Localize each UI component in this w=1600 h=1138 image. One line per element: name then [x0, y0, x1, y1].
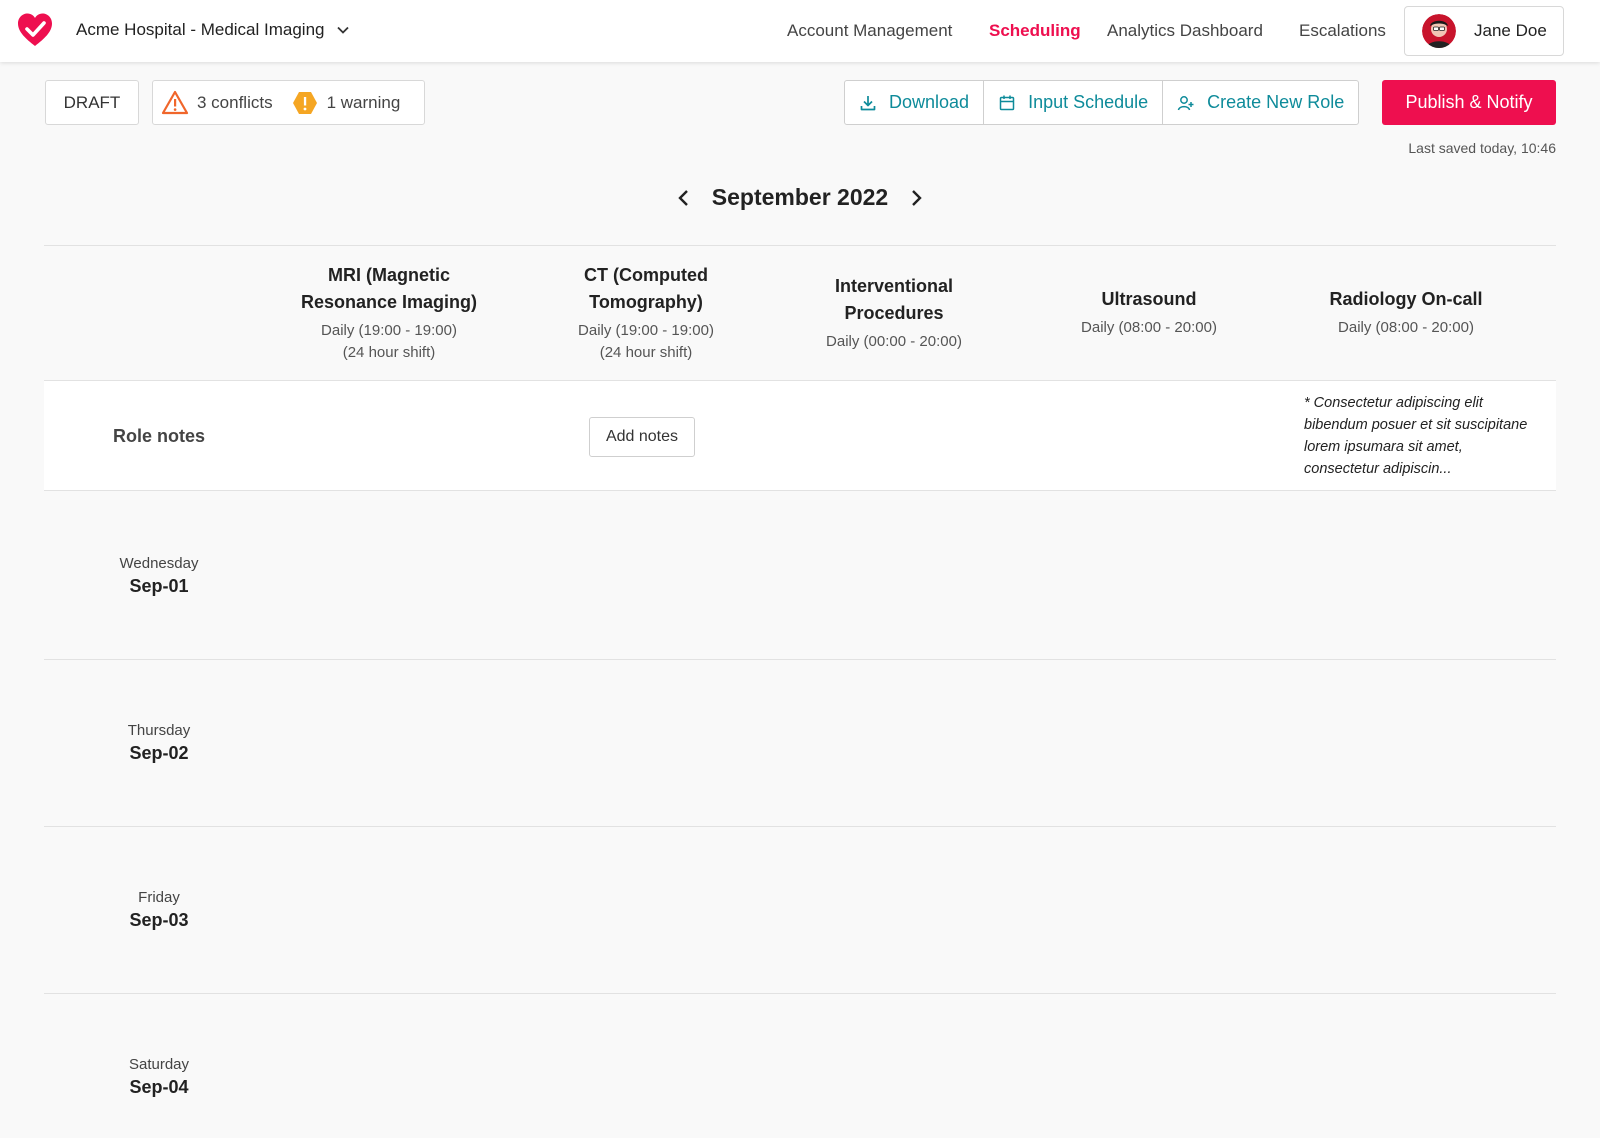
- divider: [44, 826, 1556, 827]
- day-row-label: Friday Sep-03: [44, 889, 274, 931]
- warning-hexagon-icon: [292, 91, 317, 114]
- day-weekday: Friday: [138, 889, 180, 906]
- draft-status-badge[interactable]: DRAFT: [45, 80, 139, 125]
- nav-item-label: Escalations: [1299, 21, 1386, 40]
- column-schedule: Daily (00:00 - 20:00): [826, 333, 962, 350]
- warning-triangle-icon: [161, 90, 189, 114]
- day-row-label: Saturday Sep-04: [44, 1056, 274, 1098]
- divider: [44, 245, 1556, 246]
- column-schedule: Daily (19:00 - 19:00): [321, 322, 457, 339]
- column-title: Radiology On-call: [1329, 289, 1483, 309]
- nav-analytics-dashboard[interactable]: Analytics Dashboard: [1107, 0, 1263, 62]
- column-shift-note: (24 hour shift): [342, 344, 436, 361]
- nav-escalations[interactable]: Escalations: [1299, 0, 1386, 62]
- column-header-ultrasound[interactable]: Ultrasound Daily (08:00 - 20:00): [1039, 286, 1259, 339]
- publish-notify-button[interactable]: Publish & Notify: [1382, 80, 1556, 125]
- day-weekday: Thursday: [127, 722, 191, 739]
- nav-account-management[interactable]: Account Management: [787, 0, 952, 62]
- issues-summary[interactable]: 3 conflicts 1 warning: [152, 80, 425, 125]
- day-date: Sep-01: [129, 576, 189, 596]
- avatar: [1422, 14, 1456, 48]
- month-title: September 2022: [711, 184, 889, 210]
- calendar-icon: [999, 95, 1015, 110]
- create-new-role-button[interactable]: Create New Role: [1163, 81, 1358, 124]
- day-date: Sep-04: [129, 1077, 189, 1097]
- day-weekday: Saturday: [128, 1056, 190, 1073]
- column-schedule: Daily (08:00 - 20:00): [1081, 319, 1217, 336]
- column-header-radiology-oncall[interactable]: Radiology On-call Daily (08:00 - 20:00): [1296, 286, 1516, 339]
- day-date: Sep-02: [129, 743, 189, 763]
- day-row-label: Thursday Sep-02: [44, 722, 274, 764]
- input-schedule-button[interactable]: Input Schedule: [984, 81, 1164, 124]
- conflicts-count: 3 conflicts: [197, 92, 273, 112]
- organization-selector[interactable]: Acme Hospital - Medical Imaging: [76, 20, 350, 40]
- divider: [44, 993, 1556, 994]
- schedule-actions-group: Download Input Schedule Create New Role: [844, 80, 1360, 125]
- warnings-count: 1 warning: [326, 92, 401, 112]
- role-notes-label: Role notes: [113, 426, 206, 446]
- add-notes-button[interactable]: Add notes: [589, 417, 695, 457]
- create-role-label: Create New Role: [1207, 92, 1345, 112]
- month-navigation: September 2022: [0, 184, 1600, 211]
- download-label: Download: [889, 92, 970, 112]
- nav-item-label: Account Management: [787, 21, 953, 40]
- add-user-icon: [1177, 95, 1194, 110]
- divider: [44, 659, 1556, 660]
- status-label: DRAFT: [63, 92, 121, 112]
- chevron-left-icon[interactable]: [672, 186, 696, 210]
- column-header-interventional[interactable]: Interventional Procedures Daily (00:00 -…: [789, 273, 999, 353]
- chevron-down-icon: [337, 26, 350, 34]
- column-header-mri[interactable]: MRI (Magnetic Resonance Imaging) Daily (…: [279, 262, 499, 364]
- user-menu-button[interactable]: Jane Doe: [1404, 6, 1564, 56]
- column-title: CT (Computed Tomography): [584, 265, 708, 312]
- chevron-right-icon[interactable]: [904, 186, 928, 210]
- download-icon: [860, 95, 876, 110]
- user-name: Jane Doe: [1474, 21, 1547, 40]
- radiology-role-note[interactable]: * Consectetur adipiscing elit bibendum p…: [1304, 392, 1529, 480]
- top-navigation-bar: Acme Hospital - Medical Imaging Account …: [0, 0, 1600, 62]
- column-title: Interventional Procedures: [834, 276, 954, 323]
- day-date: Sep-03: [129, 910, 189, 930]
- role-notes-row: Role notes Add notes * Consectetur adipi…: [44, 381, 1556, 491]
- column-schedule: Daily (08:00 - 20:00): [1338, 319, 1474, 336]
- column-title: Ultrasound: [1101, 289, 1197, 309]
- download-button[interactable]: Download: [845, 81, 985, 124]
- input-schedule-label: Input Schedule: [1028, 92, 1149, 112]
- column-header-ct[interactable]: CT (Computed Tomography) Daily (19:00 - …: [536, 262, 756, 364]
- day-weekday: Wednesday: [119, 555, 199, 572]
- day-row-label: Wednesday Sep-01: [44, 555, 274, 597]
- nav-scheduling[interactable]: Scheduling: [989, 0, 1081, 62]
- nav-item-label: Scheduling: [989, 21, 1081, 40]
- column-shift-note: (24 hour shift): [599, 344, 693, 361]
- column-schedule: Daily (19:00 - 19:00): [578, 322, 714, 339]
- heart-check-logo-icon[interactable]: [16, 11, 54, 49]
- column-title: MRI (Magnetic Resonance Imaging): [300, 265, 478, 312]
- last-saved-text: Last saved today, 10:46: [1408, 140, 1556, 156]
- organization-name: Acme Hospital - Medical Imaging: [76, 20, 325, 39]
- nav-item-label: Analytics Dashboard: [1107, 21, 1263, 40]
